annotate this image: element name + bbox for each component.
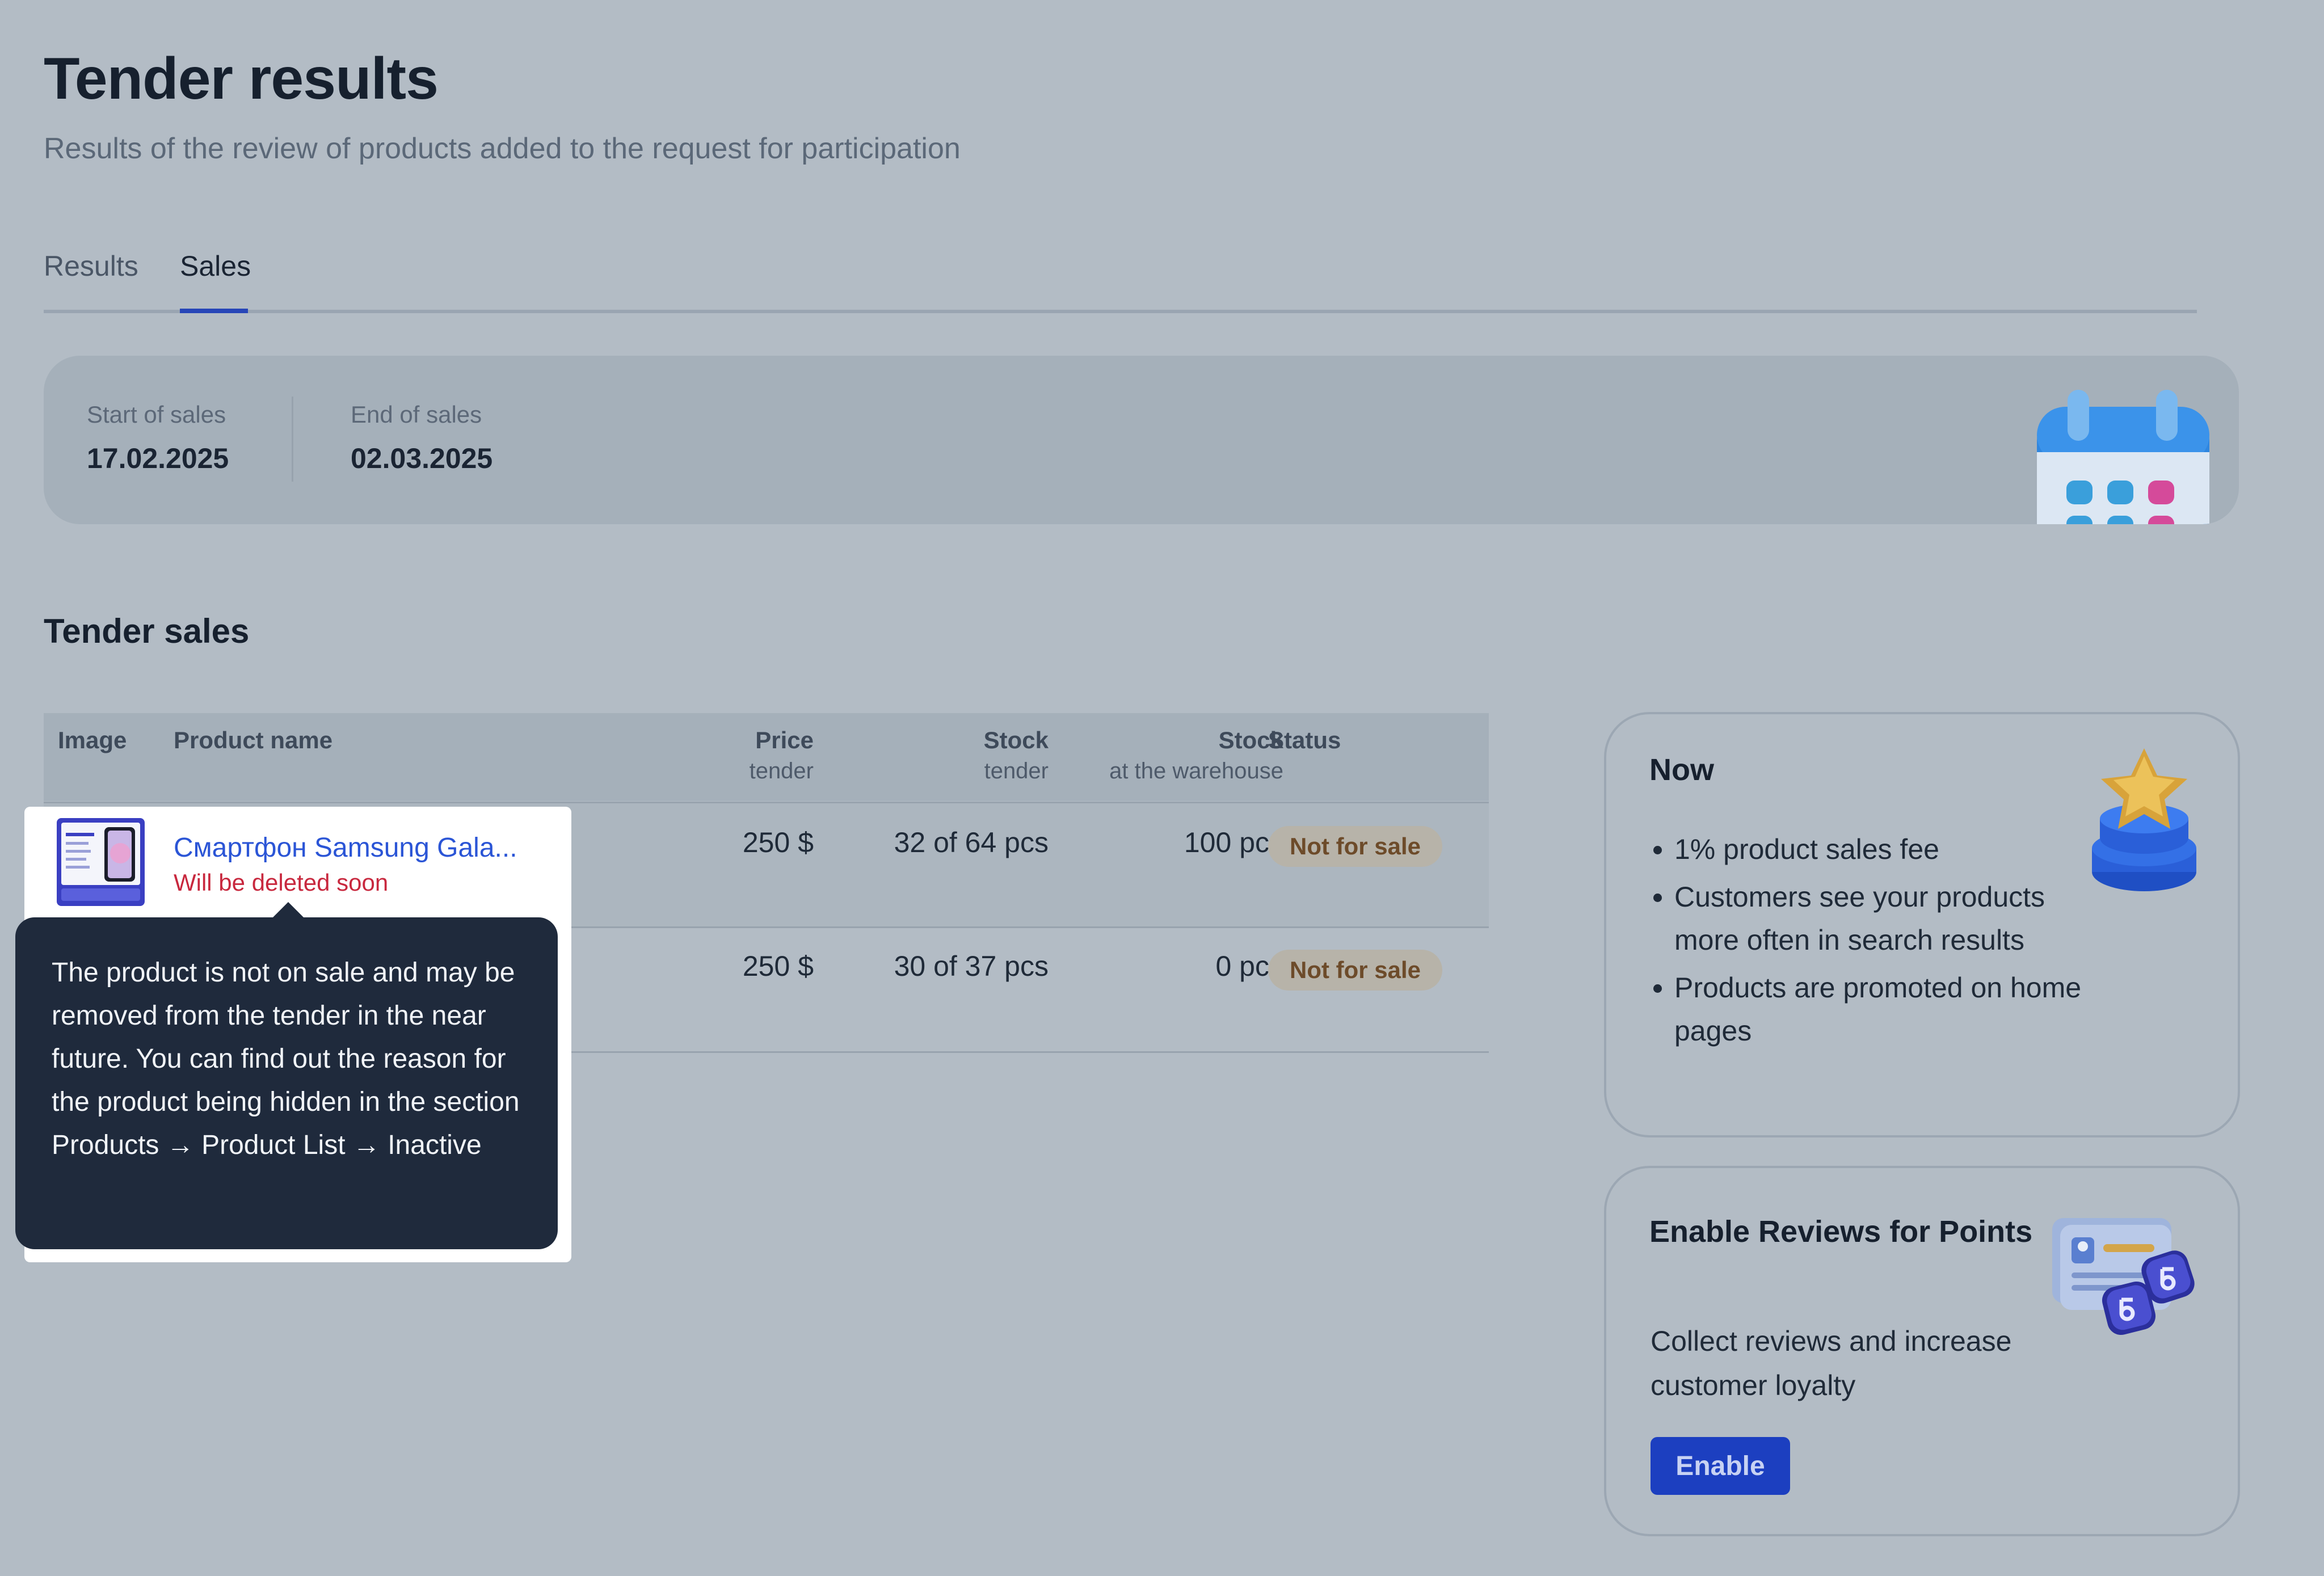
status-badge: Not for sale — [1268, 826, 1443, 867]
column-product-name: Product name — [174, 727, 333, 753]
review-points-icon — [2052, 1218, 2195, 1335]
reviews-card-text: Collect reviews and increase customer lo… — [1651, 1325, 2012, 1401]
stock-tender-cell: 32 of 64 pcs — [894, 827, 1049, 858]
reviews-card: Enable Reviews for Points Collect review… — [1604, 1166, 2240, 1536]
end-of-sales-label: End of sales — [351, 401, 482, 428]
now-card-title: Now — [1649, 753, 1714, 787]
now-card: Now 1% product sales fee Customers see y… — [1604, 712, 2240, 1137]
tab-bar: Results Sales — [44, 250, 2197, 313]
start-of-sales-value: 17.02.2025 — [87, 443, 229, 474]
start-of-sales-label: Start of sales — [87, 401, 226, 428]
tab-results[interactable]: Results — [44, 250, 138, 283]
column-stock-warehouse-sub: at the warehouse — [1109, 758, 1283, 783]
status-badge: Not for sale — [1268, 950, 1443, 991]
column-price: Price — [755, 727, 814, 753]
tooltip-arrow — [272, 902, 304, 918]
app-root: Tender results Results of the review of … — [0, 0, 2324, 1576]
price-cell: 250 $ — [742, 950, 814, 982]
sales-period-panel: Start of sales 17.02.2025 End of sales 0… — [44, 356, 2239, 524]
tab-bar-divider — [44, 310, 2197, 313]
price-cell: 250 $ — [742, 827, 814, 858]
product-thumbnail[interactable] — [57, 818, 145, 906]
page-subtitle: Results of the review of products added … — [44, 132, 961, 165]
tab-sales[interactable]: Sales — [180, 250, 251, 283]
active-tab-indicator — [180, 309, 248, 313]
tooltip-text: The product is not on sale and may be re… — [52, 958, 520, 1160]
tooltip: The product is not on sale and may be re… — [15, 917, 558, 1249]
now-benefits-list: 1% product sales fee Customers see your … — [1652, 828, 2083, 1057]
reviews-card-title: Enable Reviews for Points — [1649, 1215, 2033, 1249]
column-stock-tender-sub: tender — [984, 758, 1049, 783]
product-name-link[interactable]: Смартфон Samsung Gala... — [174, 832, 517, 863]
stock-tender-cell: 30 of 37 pcs — [894, 950, 1049, 982]
column-stock-tender: Stock — [983, 727, 1049, 753]
column-price-sub: tender — [749, 758, 814, 783]
enable-reviews-button[interactable]: Enable — [1651, 1437, 1790, 1495]
date-divider — [292, 397, 293, 482]
list-item: Customers see your products more often i… — [1674, 875, 2083, 962]
star-trophy-icon — [2092, 748, 2196, 891]
deletion-warning: Will be deleted soon — [174, 869, 389, 896]
calendar-icon — [2037, 390, 2209, 524]
list-item: 1% product sales fee — [1674, 828, 2083, 871]
column-status: Status — [1268, 727, 1341, 753]
end-of-sales-value: 02.03.2025 — [351, 443, 493, 474]
table-header: Image Product name Price tender Stock te… — [44, 713, 1489, 801]
page-title: Tender results — [44, 46, 439, 112]
column-image: Image — [58, 727, 127, 753]
list-item: Products are promoted on home pages — [1674, 966, 2083, 1052]
tender-sales-title: Tender sales — [44, 612, 250, 650]
